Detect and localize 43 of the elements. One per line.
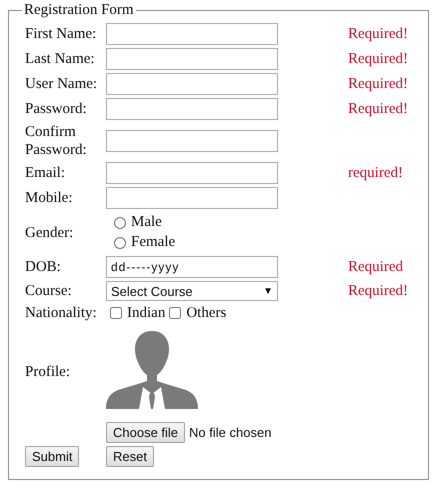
submit-button[interactable]: Submit	[25, 446, 80, 467]
radio-button[interactable]	[114, 236, 126, 248]
error-message: Required!	[348, 26, 409, 42]
checkbox[interactable]	[169, 307, 182, 319]
checkbox-label[interactable]: Indian	[127, 304, 166, 322]
checkbox-label[interactable]: Others	[186, 304, 226, 322]
field-label: Course:	[25, 282, 73, 300]
choose-file-button[interactable]: Choose file	[106, 422, 186, 443]
course-dropdown[interactable]: Select Course ▼	[106, 281, 278, 301]
date-field[interactable]: dd-----yyyy	[106, 256, 278, 278]
error-message: Required!	[348, 100, 409, 118]
error-message: required!	[348, 164, 404, 182]
error-message: Required!	[348, 76, 409, 92]
avatar-silhouette-icon	[106, 331, 198, 409]
text-field[interactable]	[106, 73, 278, 95]
field-label: User Name:	[25, 75, 98, 93]
reset-button[interactable]: Reset	[106, 446, 154, 467]
text-field[interactable]	[106, 48, 278, 70]
field-label: Email:	[25, 164, 66, 182]
error-message: Required	[348, 258, 404, 276]
field-label: Gender:	[25, 224, 74, 242]
field-label: Password:	[25, 100, 88, 118]
text-field[interactable]	[106, 130, 278, 152]
form-legend: Registration Form	[22, 2, 136, 19]
field-label: Mobile:	[25, 189, 74, 207]
text-field[interactable]	[106, 23, 278, 45]
file-status: No file chosen	[189, 425, 272, 440]
field-label: DOB:	[25, 258, 62, 276]
error-message: Required!	[348, 50, 409, 68]
caret-icon: ▼	[263, 286, 273, 296]
text-field[interactable]	[106, 98, 278, 120]
text-field[interactable]	[106, 187, 278, 209]
field-label: Confirm Password:	[25, 123, 88, 159]
field-label: Last Name:	[25, 50, 96, 68]
radio-label[interactable]: Male	[131, 214, 162, 231]
checkbox[interactable]	[110, 307, 122, 319]
field-label: Nationality:	[25, 304, 98, 322]
field-label: First Name:	[25, 25, 98, 43]
radio-button[interactable]	[114, 216, 126, 228]
radio-label[interactable]: Female	[131, 234, 176, 251]
error-message: Required!	[348, 282, 409, 300]
field-label: Profile:	[25, 363, 71, 381]
text-field[interactable]	[106, 162, 278, 184]
